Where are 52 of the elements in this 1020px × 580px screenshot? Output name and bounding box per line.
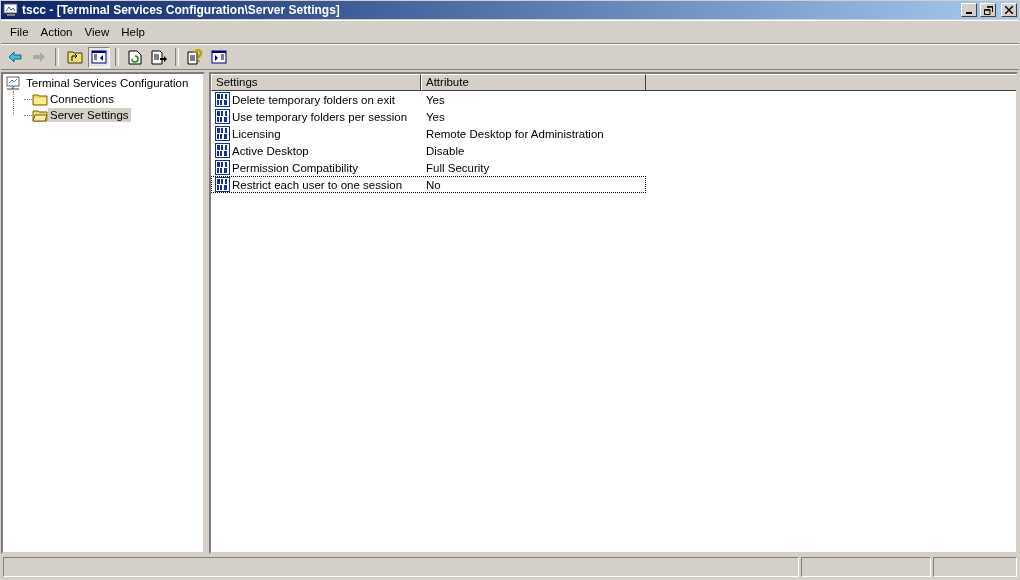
table-row[interactable]: Restrict each user to one session No <box>211 176 646 193</box>
export-list-icon <box>151 49 167 65</box>
menu-item[interactable]: File <box>4 24 35 40</box>
setting-icon <box>215 108 231 125</box>
table-row[interactable]: Use temporary folders per session Yes <box>211 108 646 125</box>
close-button[interactable] <box>1001 3 1017 17</box>
window-title: tscc - [Terminal Services Configuration\Server Settings] <box>22 3 341 17</box>
table-row[interactable]: Active Desktop Disable <box>211 142 646 159</box>
action-pane-icon <box>211 50 227 64</box>
minimize-button[interactable] <box>961 3 977 17</box>
forward-arrow-icon <box>32 51 46 63</box>
help-icon <box>187 49 203 65</box>
close-icon <box>1005 6 1013 14</box>
computer-icon <box>5 75 21 91</box>
setting-name: Restrict each user to one session <box>231 178 404 191</box>
table-row[interactable]: Licensing Remote Desktop for Administration <box>211 125 646 142</box>
restore-icon <box>983 5 993 15</box>
menu-item[interactable]: Help <box>115 24 151 40</box>
setting-icon <box>215 125 231 142</box>
setting-icon <box>215 142 231 159</box>
setting-name: Active Desktop <box>231 144 310 157</box>
setting-name: Permission Compatibility <box>231 161 359 174</box>
toolbar-button[interactable] <box>88 46 110 68</box>
column-header[interactable]: Settings <box>211 74 421 91</box>
tree-pane-icon <box>91 50 107 64</box>
back-arrow-icon <box>8 51 22 63</box>
tree-item[interactable]: Connections <box>48 92 116 106</box>
menu-item[interactable]: View <box>78 24 116 40</box>
attribute-value: Yes <box>425 93 445 106</box>
folder-icon <box>32 108 48 122</box>
refresh-icon <box>128 49 142 65</box>
folder-up-icon <box>67 50 83 64</box>
menu-item[interactable]: Action <box>34 24 79 40</box>
attribute-value: Disable <box>425 144 465 157</box>
setting-name: Licensing <box>231 127 282 140</box>
restore-button[interactable] <box>980 3 996 17</box>
setting-icon <box>215 159 231 176</box>
table-row[interactable]: Permission Compatibility Full Security <box>211 159 646 176</box>
app-icon <box>3 3 19 17</box>
setting-icon <box>215 176 231 193</box>
setting-icon <box>215 91 231 108</box>
attribute-value: Remote Desktop for Administration <box>425 127 604 140</box>
setting-name: Use temporary folders per session <box>231 110 409 123</box>
column-header[interactable]: Attribute <box>421 74 646 91</box>
attribute-value: Full Security <box>425 161 490 174</box>
attribute-value: No <box>425 178 441 191</box>
table-row[interactable]: Delete temporary folders on exit Yes <box>211 91 646 108</box>
tree-item[interactable]: Terminal Services Configuration <box>24 76 191 90</box>
folder-icon <box>32 92 48 106</box>
attribute-value: Yes <box>425 110 445 123</box>
setting-name: Delete temporary folders on exit <box>231 93 396 106</box>
tree-item[interactable]: Server Settings <box>48 108 131 122</box>
